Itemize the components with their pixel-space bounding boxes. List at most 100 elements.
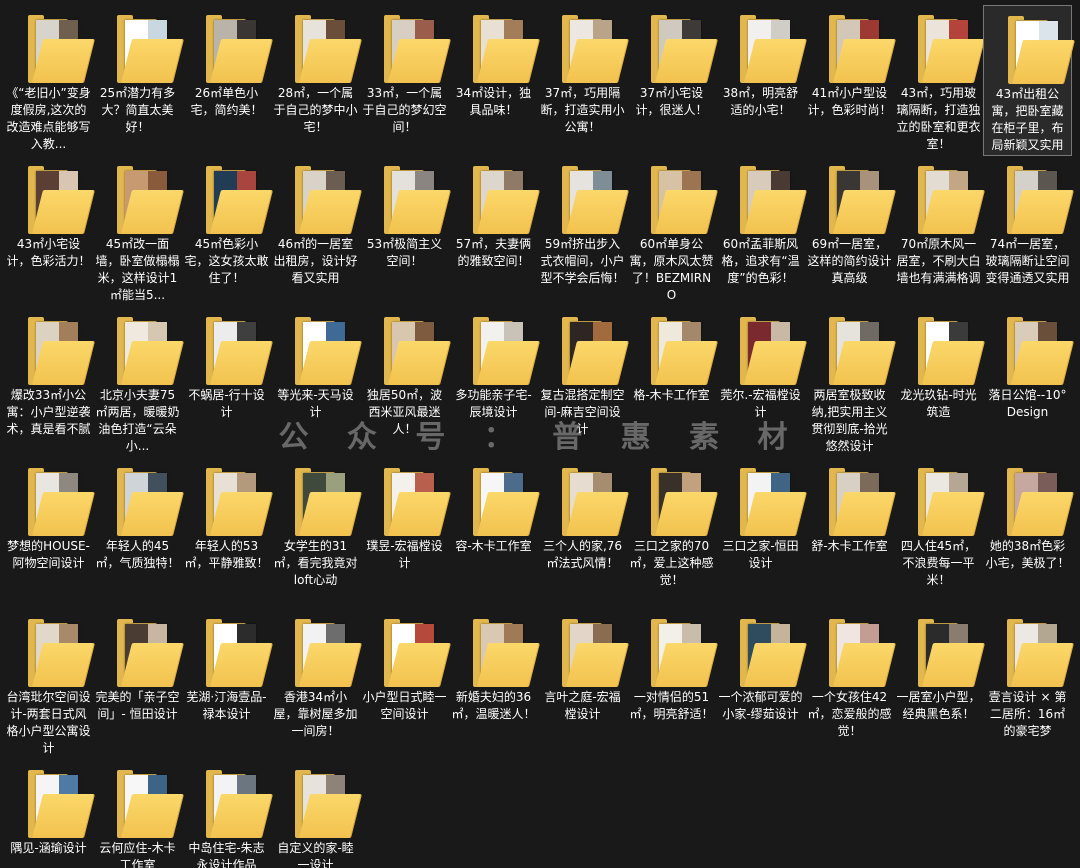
folder-item[interactable]: 独居50㎡，波西米亚风最迷人！ [360, 307, 451, 458]
folder-label: 爆改33㎡小公寓：小户型逆袭术，真是看不腻 [6, 388, 91, 436]
folder-label: 北京小夫妻75㎡两居，暖暖奶油色打造“云朵小... [95, 388, 180, 453]
folder-item[interactable]: 37㎡小宅设计，很迷人！ [627, 5, 718, 156]
folder-label: 香港34㎡小屋，靠树屋多加一间房！ [273, 690, 358, 738]
folder-icon [384, 468, 451, 536]
folder-item[interactable]: 自定义的家-睦一设计 [271, 760, 362, 868]
folder-item[interactable]: 爆改33㎡小公寓：小户型逆袭术，真是看不腻 [4, 307, 95, 458]
folder-label: 独居50㎡，波西米亚风最迷人！ [366, 388, 443, 436]
folder-label: 完美的「亲子空间」- 恒田设计 [95, 690, 180, 721]
folder-item[interactable]: 41㎡小户型设计，色彩时尚！ [805, 5, 896, 156]
folder-icon [295, 770, 362, 838]
folder-item[interactable]: 容-木卡工作室 [449, 458, 540, 609]
folder-icon [473, 166, 540, 234]
folder-item[interactable]: 53㎡极简主义空间！ [360, 156, 451, 307]
folder-item[interactable]: 莞尔.-宏福樘设计 [716, 307, 807, 458]
folder-item[interactable]: 璞昱-宏福樘设计 [360, 458, 451, 609]
folder-item[interactable]: 70㎡原木风一居室，不刷大白墙也有满满格调 [894, 156, 985, 307]
folder-item[interactable]: 69㎡一居室，这样的简约设计真高级 [805, 156, 896, 307]
folder-item[interactable]: 59㎡挤出步入式衣帽间，小户型不学会后悔！ [538, 156, 629, 307]
folder-label: 26㎡单色小宅，简约美！ [190, 86, 263, 117]
folder-item[interactable]: 北京小夫妻75㎡两居，暖暖奶油色打造“云朵小... [93, 307, 184, 458]
folder-item[interactable]: 34㎡设计，独具品味！ [449, 5, 540, 156]
folder-item[interactable]: 年轻人的53㎡，平静雅致！ [182, 458, 273, 609]
folder-item[interactable]: 74㎡一居室，玻璃隔断让空间变得通透又实用 [983, 156, 1074, 307]
folder-label: 一个浓郁可爱的小家-缪茹设计 [718, 690, 803, 721]
folder-item[interactable]: 45㎡改一面墙，卧室做榻榻米，这样设计1㎡能当5... [93, 156, 184, 307]
folder-icon [117, 317, 184, 385]
folder-item[interactable]: 57㎡，夫妻俩的雅致空间！ [449, 156, 540, 307]
folder-item[interactable]: 26㎡单色小宅，简约美！ [182, 5, 273, 156]
folder-item[interactable]: 新婚夫妇的36㎡，温暖迷人！ [449, 609, 540, 760]
folder-icon [28, 317, 95, 385]
folder-item[interactable]: 45㎡色彩小宅，这女孩太敢住了！ [182, 156, 273, 307]
folder-item[interactable]: 等光来-天马设计 [271, 307, 362, 458]
folder-icon [295, 166, 362, 234]
folder-item[interactable]: 43㎡，巧用玻璃隔断，打造独立的卧室和更衣室！ [894, 5, 985, 156]
folder-item[interactable]: 《“老旧小”变身度假房,这次的改造难点能够写入教... [4, 5, 95, 156]
folder-item[interactable]: 香港34㎡小屋，靠树屋多加一间房！ [271, 609, 362, 760]
folder-item[interactable]: 一居室小户型，经典黑色系！ [894, 609, 985, 760]
folder-item[interactable]: 女学生的31㎡，看完我竟对loft心动 [271, 458, 362, 609]
folder-item[interactable]: 一个浓郁可爱的小家-缪茹设计 [716, 609, 807, 760]
folder-item[interactable]: 台湾玭尔空间设计-两套日式风格小户型公寓设计 [4, 609, 95, 760]
folder-item[interactable]: 60㎡单身公寓，原木风太赞了！BEZMIRNO [627, 156, 718, 307]
folder-item[interactable]: 38㎡，明亮舒适的小宅！ [716, 5, 807, 156]
folder-item[interactable]: 言叶之庭-宏福樘设计 [538, 609, 629, 760]
folder-item[interactable]: 60㎡孟菲斯风格，追求有“温度”的色彩！ [716, 156, 807, 307]
folder-label: 多功能亲子宅-辰境设计 [455, 388, 532, 419]
folder-item[interactable]: 中岛住宅-朱志永设计作品 [182, 760, 273, 868]
folder-icon [384, 166, 451, 234]
folder-item[interactable]: 28㎡，一个属于自己的梦中小宅！ [271, 5, 362, 156]
folder-icon [651, 468, 718, 536]
folder-label: 两居室极致收纳,把实用主义贯彻到底-拾光悠然设计 [811, 388, 888, 453]
folder-label: 45㎡色彩小宅，这女孩太敢住了！ [184, 237, 269, 285]
folder-label: 43㎡，巧用玻璃隔断，打造独立的卧室和更衣室！ [896, 86, 981, 151]
folder-item[interactable]: 37㎡，巧用隔断，打造实用小公寓！ [538, 5, 629, 156]
folder-icon [384, 619, 451, 687]
folder-icon [117, 468, 184, 536]
folder-label: 落日公馆--10° Design [988, 388, 1067, 419]
folder-item[interactable]: 芜湖·汀海壹品-禄本设计 [182, 609, 273, 760]
folder-item[interactable]: 完美的「亲子空间」- 恒田设计 [93, 609, 184, 760]
folder-item[interactable]: 多功能亲子宅-辰境设计 [449, 307, 540, 458]
folder-item[interactable]: 三口之家-恒田设计 [716, 458, 807, 609]
folder-item[interactable]: 年轻人的45㎡，气质独特！ [93, 458, 184, 609]
folder-item[interactable]: 落日公馆--10° Design [983, 307, 1074, 458]
folder-item[interactable]: 舒-木卡工作室 [805, 458, 896, 609]
folder-item[interactable]: 两居室极致收纳,把实用主义贯彻到底-拾光悠然设计 [805, 307, 896, 458]
folder-label: 46㎡的一居室出租房，设计好看又实用 [273, 237, 358, 285]
folder-item[interactable]: 梦想的HOUSE-阿物空间设计 [4, 458, 95, 609]
folder-label: 壹言设计 × 第二居所：16㎡的豪宅梦 [988, 690, 1067, 738]
folder-item[interactable]: 复古混搭定制空间-麻吉空间设计 [538, 307, 629, 458]
folder-item[interactable]: 格-木卡工作室 [627, 307, 718, 458]
folder-item[interactable]: 一个女孩住42㎡，恋爱般的感觉！ [805, 609, 896, 760]
folder-item[interactable]: 她的38㎡色彩小宅，美极了！ [983, 458, 1074, 609]
folder-icon [918, 166, 985, 234]
folder-item[interactable]: 46㎡的一居室出租房，设计好看又实用 [271, 156, 362, 307]
folder-item[interactable]: 43㎡出租公寓，把卧室藏在柜子里，布局新颖又实用 [983, 5, 1075, 156]
folder-item[interactable]: 43㎡小宅设计，色彩活力！ [4, 156, 95, 307]
folder-label: 53㎡极简主义空间！ [366, 237, 443, 268]
folder-icon [918, 619, 985, 687]
folder-item[interactable]: 四人住45㎡，不浪费每一平米！ [894, 458, 985, 609]
folder-label: 一居室小户型，经典黑色系！ [896, 690, 981, 721]
folder-item[interactable]: 云何应住-木卡工作室 [93, 760, 184, 868]
folder-item[interactable]: 小户型日式睦一空间设计 [360, 609, 451, 760]
folder-icon [28, 468, 95, 536]
folder-item[interactable]: 壹言设计 × 第二居所：16㎡的豪宅梦 [983, 609, 1074, 760]
folder-label: 60㎡孟菲斯风格，追求有“温度”的色彩！ [721, 237, 800, 285]
folder-item[interactable]: 不蜗居-行十设计 [182, 307, 273, 458]
folder-label: 女学生的31㎡，看完我竟对loft心动 [273, 539, 358, 587]
folder-label: 60㎡单身公寓，原木风太赞了！BEZMIRNO [629, 237, 714, 302]
folder-icon [384, 15, 451, 83]
folder-label: 璞昱-宏福樘设计 [366, 539, 443, 570]
folder-item[interactable]: 25㎡潜力有多大？简直太美好！ [93, 5, 184, 156]
folder-item[interactable]: 隅见-涵瑜设计 [4, 760, 95, 868]
folder-item[interactable]: 三个人的家,76㎡法式风情！ [538, 458, 629, 609]
folder-item[interactable]: 龙光玖钻-时光筑造 [894, 307, 985, 458]
folder-item[interactable]: 一对情侣的51㎡，明亮舒适！ [627, 609, 718, 760]
folder-item[interactable]: 三口之家的70㎡，爱上这种感觉！ [627, 458, 718, 609]
folder-icon [829, 166, 896, 234]
folder-item[interactable]: 33㎡，一个属于自己的梦幻空间！ [360, 5, 451, 156]
folder-icon [918, 15, 985, 83]
